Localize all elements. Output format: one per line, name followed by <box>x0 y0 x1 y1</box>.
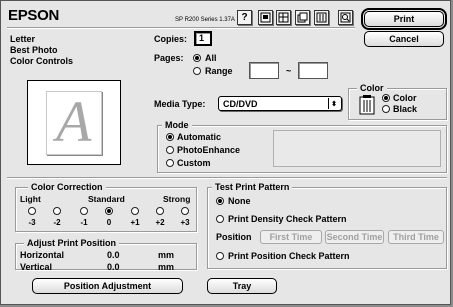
pages-to-field[interactable] <box>298 62 328 79</box>
media-type-select[interactable]: CD/DVD ⬍ <box>218 96 342 111</box>
color-radio-color[interactable] <box>382 94 390 102</box>
scale-light-label: Light <box>20 194 41 204</box>
pattern-position-check-label: Print Position Check Pattern <box>228 251 350 261</box>
tick-label: -2 <box>53 218 61 227</box>
pattern-radio-position-check[interactable] <box>216 252 224 260</box>
mode-radio-automatic[interactable] <box>166 133 174 141</box>
preview-icon[interactable] <box>338 10 353 25</box>
tick-label: 0 <box>106 218 112 227</box>
correction-radio-minus1[interactable] <box>80 207 88 215</box>
pattern-radio-density[interactable] <box>216 215 224 223</box>
scale-strong-label: Strong <box>163 194 191 204</box>
mode-option-custom: Custom <box>177 158 211 168</box>
tick-label: +3 <box>180 218 190 227</box>
tick-label: -1 <box>80 218 88 227</box>
color-option-color: Color <box>393 93 417 103</box>
correction-radio-0[interactable] <box>105 207 113 215</box>
mode-group-title: Mode <box>162 120 192 130</box>
vertical-unit: mm <box>158 262 175 272</box>
pages-range-label: Range <box>205 66 233 76</box>
adjust-print-position-title: Adjust Print Position <box>24 238 119 248</box>
mode-detail-panel <box>273 130 441 167</box>
select-arrows-icon: ⬍ <box>328 98 339 109</box>
scale-standard-label: Standard <box>88 194 125 204</box>
copies-label: Copies: <box>154 34 188 44</box>
layout-icon[interactable] <box>276 10 291 25</box>
vertical-label: Vertical <box>20 262 53 272</box>
paper-sheet: A <box>46 89 102 155</box>
epson-logo: EPSON <box>8 7 60 24</box>
first-time-button[interactable]: First Time <box>260 230 322 244</box>
pages-all-radio[interactable] <box>193 54 201 62</box>
third-time-button[interactable]: Third Time <box>388 230 444 244</box>
tick-label: +1 <box>130 218 140 227</box>
mode-option-automatic: Automatic <box>177 132 222 142</box>
horizontal-value: 0.0 <box>107 250 120 260</box>
paper-preview: A <box>27 80 121 165</box>
pattern-none-label: None <box>228 196 251 206</box>
tick-label: +2 <box>155 218 165 227</box>
pages-range-radio[interactable] <box>193 67 201 75</box>
copies-field[interactable]: 1 <box>194 31 212 46</box>
correction-radio-minus3[interactable] <box>28 207 36 215</box>
color-management-icon[interactable] <box>314 10 329 25</box>
help-icon[interactable]: ? <box>237 10 252 25</box>
vertical-value: 0.0 <box>107 262 120 272</box>
pages-all-label: All <box>205 53 217 63</box>
cancel-button[interactable]: Cancel <box>364 31 444 47</box>
media-type-label: Media Type: <box>154 99 206 109</box>
summary-color: Color Controls <box>10 56 73 66</box>
mode-radio-custom[interactable] <box>166 159 174 167</box>
position-label: Position <box>216 232 252 242</box>
horizontal-unit: mm <box>158 250 175 260</box>
ink-cartridge-icon <box>358 94 376 116</box>
pattern-density-label: Print Density Check Pattern <box>228 214 347 224</box>
section-divider <box>7 177 447 179</box>
media-type-value: CD/DVD <box>223 98 258 109</box>
print-button[interactable]: Print <box>361 8 447 30</box>
printer-model: SP R200 Series 1.37A <box>175 17 235 23</box>
correction-radio-plus2[interactable] <box>156 207 164 215</box>
correction-radio-plus3[interactable] <box>181 207 189 215</box>
pages-from-field[interactable] <box>249 62 279 79</box>
mode-radio-photoenhance[interactable] <box>166 146 174 154</box>
test-print-pattern-title: Test Print Pattern <box>212 182 293 192</box>
tray-button[interactable]: Tray <box>207 278 277 294</box>
background-print-icon[interactable] <box>295 10 310 25</box>
color-group-title: Color <box>357 83 387 93</box>
pages-label: Pages: <box>154 53 184 63</box>
correction-radio-plus1[interactable] <box>131 207 139 215</box>
color-correction-title: Color Correction <box>28 182 106 192</box>
tick-label: -3 <box>28 218 36 227</box>
header-divider <box>7 27 355 29</box>
correction-radio-minus2[interactable] <box>53 207 61 215</box>
utility-icon[interactable] <box>258 10 273 25</box>
color-option-black: Black <box>393 104 418 114</box>
mode-option-photoenhance: PhotoEnhance <box>177 145 241 155</box>
preview-letter: A <box>56 89 92 154</box>
summary-quality: Best Photo <box>10 45 58 55</box>
second-time-button[interactable]: Second Time <box>325 230 384 244</box>
summary-paper: Letter <box>10 34 36 44</box>
pages-separator: ~ <box>286 66 292 76</box>
pattern-radio-none[interactable] <box>216 197 224 205</box>
color-radio-black[interactable] <box>382 105 390 113</box>
horizontal-label: Horizontal <box>20 250 64 260</box>
print-dialog: EPSON SP R200 Series 1.37A ? Print Cance… <box>0 0 451 305</box>
position-adjustment-button[interactable]: Position Adjustment <box>32 278 183 294</box>
